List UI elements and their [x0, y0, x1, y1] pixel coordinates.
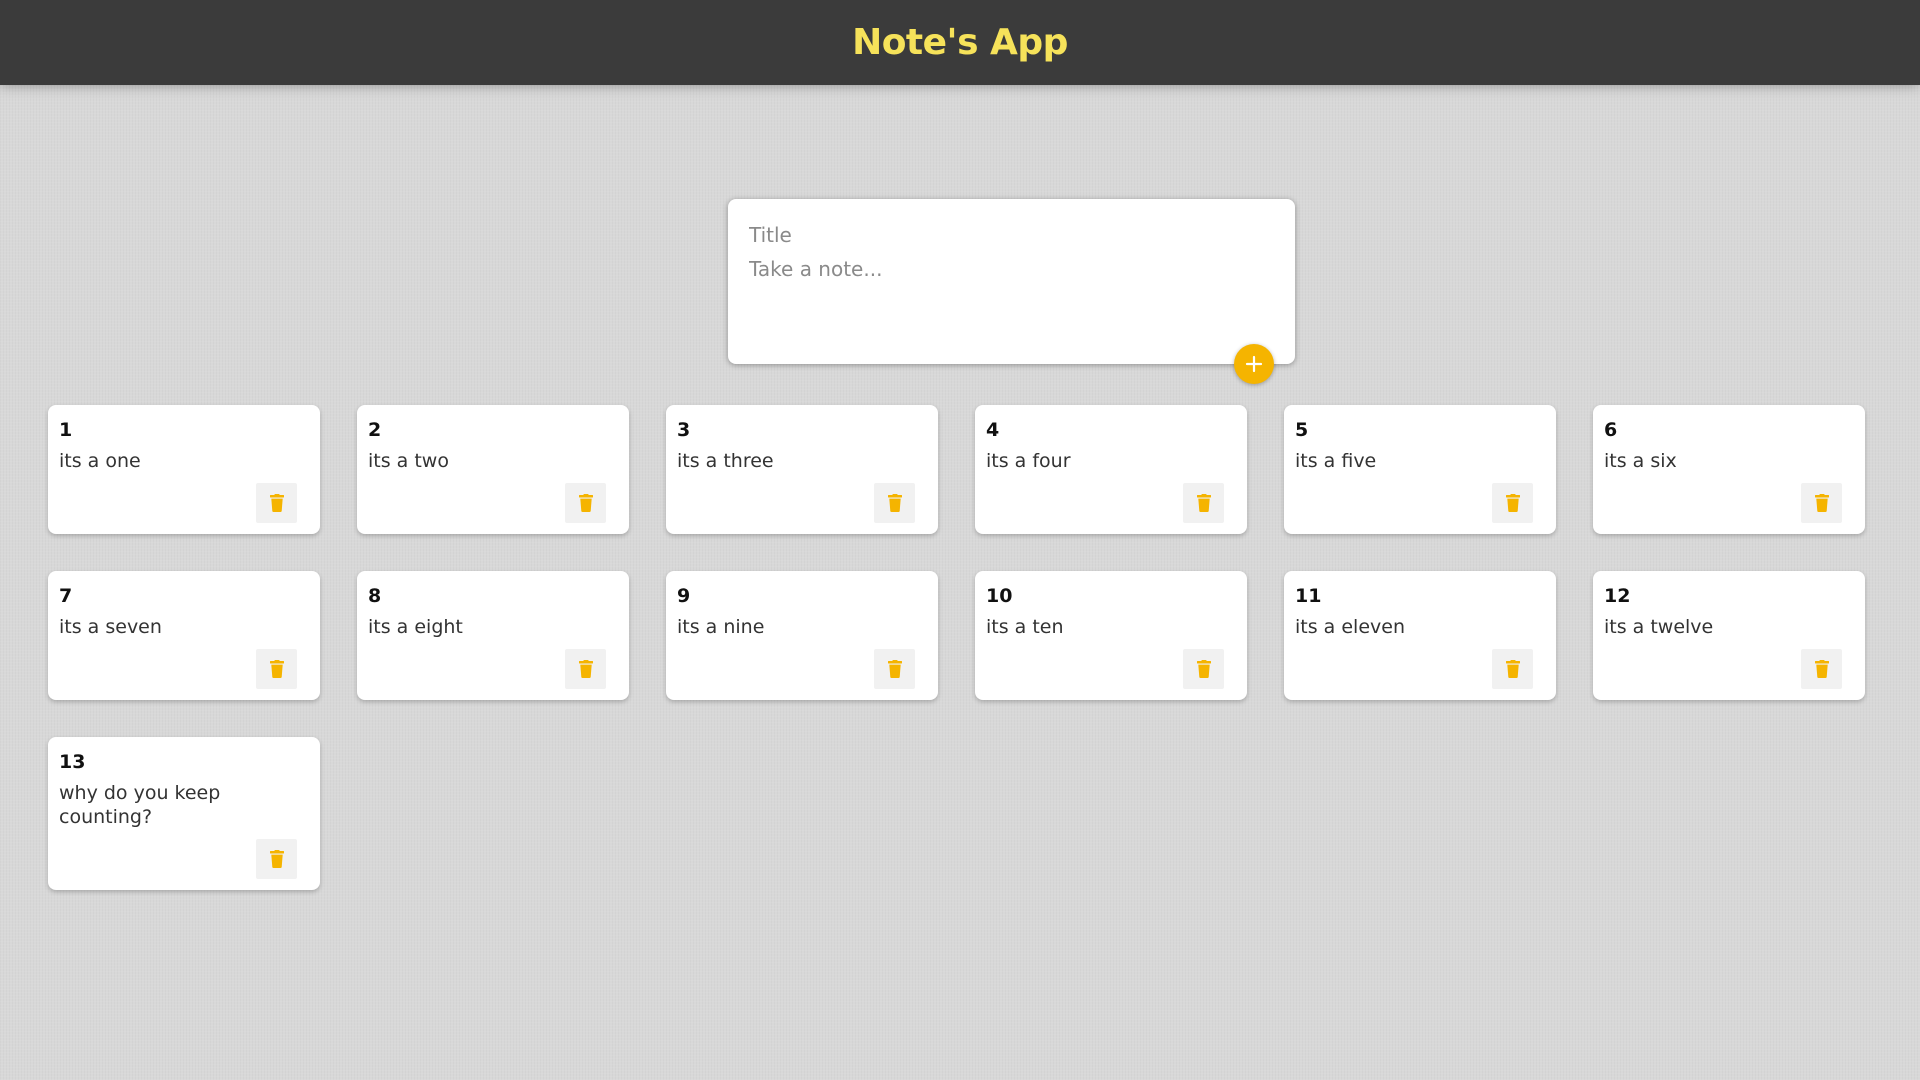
- trash-icon: [1505, 494, 1520, 512]
- delete-note-button[interactable]: [1801, 649, 1842, 689]
- delete-note-button[interactable]: [256, 649, 297, 689]
- note-card: 13 why do you keep counting?: [48, 737, 320, 890]
- note-title: 7: [59, 585, 73, 607]
- note-card: 9 its a nine: [666, 571, 938, 700]
- note-content: its a five: [1295, 450, 1377, 472]
- trash-icon: [1196, 660, 1211, 678]
- note-content: its a three: [677, 450, 774, 472]
- note-title: 12: [1604, 585, 1631, 607]
- note-content: its a ten: [986, 616, 1064, 638]
- note-card: 5 its a five: [1284, 405, 1556, 534]
- note-content: its a six: [1604, 450, 1677, 472]
- note-card: 11 its a eleven: [1284, 571, 1556, 700]
- note-title: 8: [368, 585, 382, 607]
- note-card: 3 its a three: [666, 405, 938, 534]
- create-note-form: [728, 199, 1295, 364]
- add-note-button[interactable]: [1234, 344, 1274, 384]
- note-title: 5: [1295, 419, 1309, 441]
- app-header: Note's App: [0, 0, 1920, 85]
- note-content: its a two: [368, 450, 449, 472]
- trash-icon: [578, 660, 593, 678]
- trash-icon: [269, 660, 284, 678]
- trash-icon: [578, 494, 593, 512]
- delete-note-button[interactable]: [565, 649, 606, 689]
- note-card: 1 its a one: [48, 405, 320, 534]
- delete-note-button[interactable]: [256, 483, 297, 523]
- delete-note-button[interactable]: [1492, 483, 1533, 523]
- note-title: 4: [986, 419, 1000, 441]
- note-content: why do you keep counting?: [59, 782, 221, 828]
- note-title: 13: [59, 751, 86, 773]
- note-title: 9: [677, 585, 691, 607]
- note-card: 2 its a two: [357, 405, 629, 534]
- note-content: its a nine: [677, 616, 765, 638]
- note-title: 1: [59, 419, 73, 441]
- trash-icon: [1814, 660, 1829, 678]
- plus-icon: [1245, 355, 1263, 373]
- note-card: 6 its a six: [1593, 405, 1865, 534]
- note-content: its a seven: [59, 616, 162, 638]
- trash-icon: [1196, 494, 1211, 512]
- note-title: 11: [1295, 585, 1322, 607]
- note-content: its a one: [59, 450, 141, 472]
- trash-icon: [1814, 494, 1829, 512]
- delete-note-button[interactable]: [874, 483, 915, 523]
- trash-icon: [887, 660, 902, 678]
- delete-note-button[interactable]: [256, 839, 297, 879]
- note-card: 4 its a four: [975, 405, 1247, 534]
- app-title: Note's App: [852, 22, 1068, 63]
- delete-note-button[interactable]: [874, 649, 915, 689]
- delete-note-button[interactable]: [1492, 649, 1533, 689]
- note-card: 8 its a eight: [357, 571, 629, 700]
- trash-icon: [269, 494, 284, 512]
- trash-icon: [269, 850, 284, 868]
- note-card: 12 its a twelve: [1593, 571, 1865, 700]
- trash-icon: [1505, 660, 1520, 678]
- note-card: 7 its a seven: [48, 571, 320, 700]
- delete-note-button[interactable]: [1801, 483, 1842, 523]
- note-content-input[interactable]: [749, 255, 1269, 345]
- trash-icon: [887, 494, 902, 512]
- note-content: its a four: [986, 450, 1071, 472]
- note-card: 10 its a ten: [975, 571, 1247, 700]
- delete-note-button[interactable]: [1183, 649, 1224, 689]
- note-title: 6: [1604, 419, 1618, 441]
- delete-note-button[interactable]: [1183, 483, 1224, 523]
- note-content: its a eleven: [1295, 616, 1405, 638]
- note-title: 10: [986, 585, 1013, 607]
- note-title-input[interactable]: [749, 220, 1269, 250]
- note-title: 3: [677, 419, 691, 441]
- note-content: its a twelve: [1604, 616, 1714, 638]
- delete-note-button[interactable]: [565, 483, 606, 523]
- note-content: its a eight: [368, 616, 463, 638]
- note-title: 2: [368, 419, 382, 441]
